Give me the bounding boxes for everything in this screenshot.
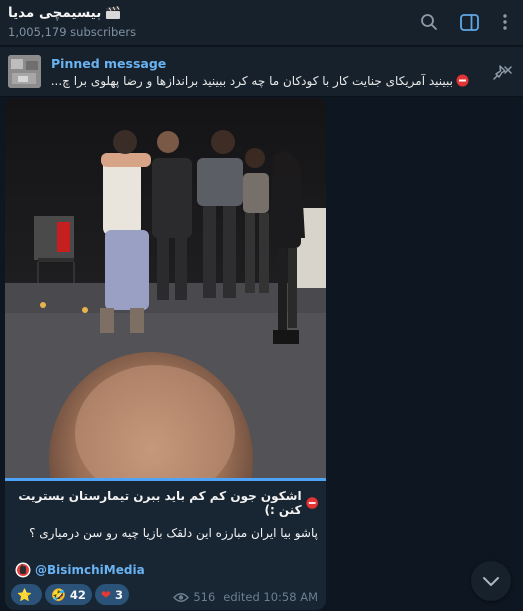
message-meta: 516 edited 10:58 AM: [173, 590, 318, 604]
reaction-laugh[interactable]: 🤣 42: [44, 584, 92, 605]
view-count: 516: [193, 590, 216, 604]
star-icon: ⭐: [17, 587, 32, 602]
heart-icon: ❤: [100, 587, 111, 602]
message-text-line-2: پاشو بیا ایران مبارزه این دلقک بازیا چیه…: [29, 526, 318, 540]
reaction-count: 3: [114, 587, 123, 602]
pinned-message-bar[interactable]: Pinned message ببینید آمریکای جنایت کار …: [0, 47, 523, 97]
laughing-emoji-icon: 🤣: [50, 587, 66, 602]
channel-link-text: @BisimchiMedia: [35, 563, 145, 577]
message-text-line-1: اشکون جون کم کم باید ببرن تیمارستان بستر…: [14, 489, 318, 517]
eye-icon: [173, 592, 190, 602]
more-menu-button[interactable]: [494, 11, 516, 33]
unpin-button[interactable]: [491, 61, 515, 83]
clapperboard-icon: [106, 6, 121, 19]
video-thumbnail[interactable]: [5, 98, 326, 481]
pinned-label: Pinned message: [51, 56, 167, 71]
channel-avatar-icon: [15, 562, 31, 578]
chevron-down-icon: [483, 576, 499, 586]
sidebar-toggle-button[interactable]: [458, 11, 480, 33]
red-circle-badge-icon: [306, 497, 318, 509]
edited-time: edited 10:58 AM: [223, 590, 318, 604]
search-icon: [421, 14, 437, 30]
scroll-to-bottom-button[interactable]: [471, 561, 511, 601]
message-text-line-1-content: اشکون جون کم کم باید ببرن تیمارستان بستر…: [18, 489, 302, 517]
reaction-star[interactable]: ⭐: [11, 584, 42, 605]
pinned-text: ببینید آمریکای جنایت کار با کودکان ما چه…: [51, 74, 469, 88]
more-vertical-icon: [503, 14, 507, 30]
channel-title[interactable]: بیسیمچی مدیا: [8, 5, 121, 21]
chat-header: بیسیمچی مدیا 1,005,179 subscribers: [0, 0, 523, 46]
channel-title-text: بیسیمچی مدیا: [8, 5, 102, 21]
video-progress-bar: [5, 478, 326, 481]
red-circle-badge-icon: [456, 74, 469, 87]
reaction-heart[interactable]: ❤ 3: [94, 584, 129, 605]
message-bubble: اشکون جون کم کم باید ببرن تیمارستان بستر…: [5, 98, 326, 610]
video-frame: [5, 98, 326, 481]
channel-link[interactable]: @BisimchiMedia: [15, 562, 145, 578]
unpin-icon: [493, 65, 512, 80]
pinned-text-content: ببینید آمریکای جنایت کار با کودکان ما چه…: [51, 74, 453, 88]
pinned-thumbnail: [8, 55, 41, 88]
search-button[interactable]: [418, 11, 440, 33]
reactions-bar: ⭐ 🤣 42 ❤ 3: [11, 584, 129, 605]
subscriber-count: 1,005,179 subscribers: [8, 25, 137, 39]
sidebar-toggle-icon: [459, 13, 479, 31]
reaction-count: 42: [69, 587, 86, 602]
